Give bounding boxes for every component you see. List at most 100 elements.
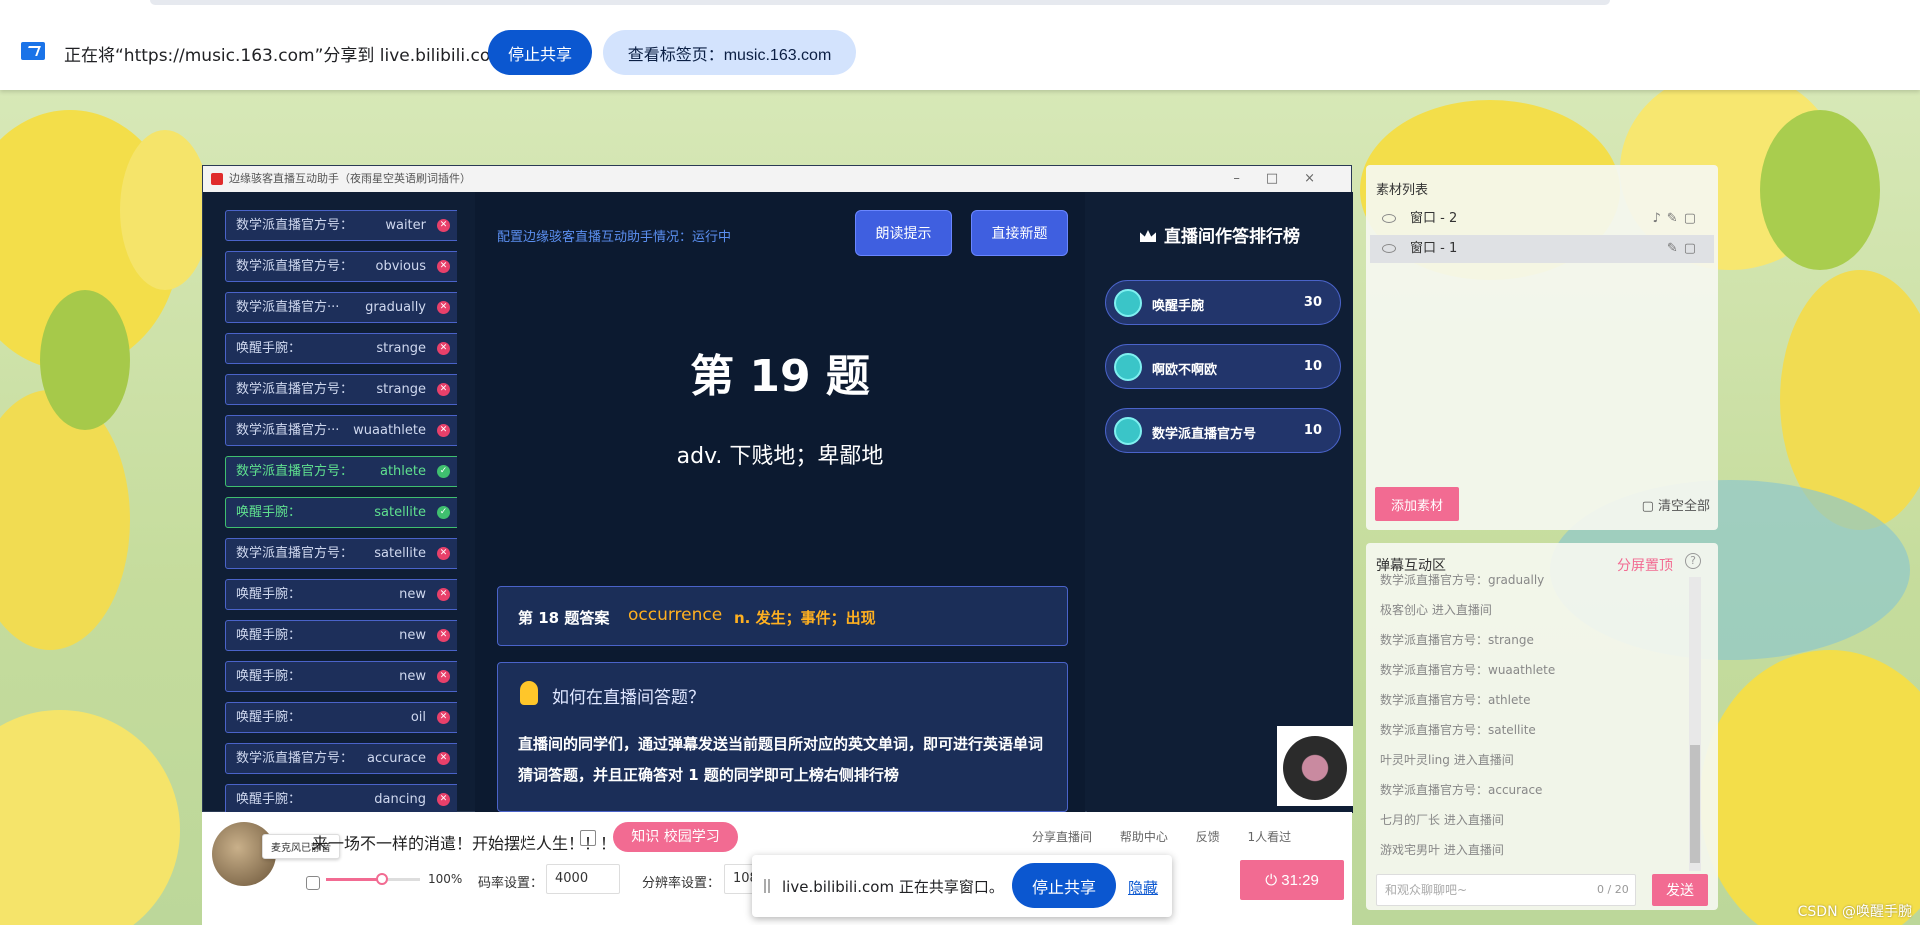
pin-split-button[interactable]: 分屏置顶 <box>1617 555 1673 575</box>
screen-share-icon <box>21 42 45 60</box>
howto-heading: 如何在直播间答题？ <box>552 688 705 708</box>
stop-window-share-button[interactable]: 停止共享 <box>1012 863 1116 908</box>
cross-icon: ✕ <box>437 424 450 437</box>
feedback-link[interactable]: 反馈 <box>1196 830 1220 844</box>
window-share-message: live.bilibili.com 正在共享窗口。 <box>782 878 1004 896</box>
chat-scrollbar[interactable] <box>1689 577 1701 871</box>
danmu-word: new <box>399 669 426 684</box>
new-question-button[interactable]: 直接新题 <box>971 210 1068 256</box>
assistant-status: 配置边缘骇客直播互动助手情况：运行中 <box>497 230 732 245</box>
send-button[interactable]: 发送 <box>1652 874 1708 906</box>
char-count: 0 / 20 <box>1597 883 1629 896</box>
previous-answer-label: 第 18 题答案 <box>518 609 610 627</box>
live-title: 来一场不一样的消遣！开始摆烂人生！！！ <box>312 834 617 853</box>
check-icon: ✓ <box>437 465 450 478</box>
danmu-word: new <box>399 587 426 602</box>
volume-slider[interactable] <box>326 873 420 885</box>
material-item-label: 窗口 - 1 <box>1410 241 1458 256</box>
mic-muted-icon[interactable] <box>306 876 320 890</box>
tree-canopy <box>1700 650 1920 925</box>
danmu-user: 唤醒手腕： <box>236 587 302 602</box>
danmu-item: 数学派直播官方号： athlete ✓ <box>225 456 457 487</box>
help-icon[interactable]: ? <box>1685 553 1701 569</box>
ranking-panel: 直播间作答排行榜 唤醒手腕 30 啊欧不啊欧 10 数学派直播官方号 10 <box>1087 192 1353 813</box>
tree-canopy <box>1760 110 1880 270</box>
danmu-item: 唤醒手腕： satellite ✓ <box>225 497 457 528</box>
cross-icon: ✕ <box>437 711 450 724</box>
material-actions[interactable]: ♪✎▢ <box>1653 205 1702 233</box>
window-title: 边缘骇客直播互动助手（夜雨星空英语刷词插件） <box>229 172 471 185</box>
danmu-answer-list[interactable]: 数学派直播官方号： waiter ✕ 数学派直播官方号： obvious ✕ 数学派直播官方… <box>217 192 457 813</box>
rank-score: 10 <box>1303 423 1322 438</box>
stop-sharing-button[interactable]: 停止共享 <box>488 30 592 75</box>
live-category-tag[interactable]: 知识 校园学习 <box>613 822 738 852</box>
hide-notice-link[interactable]: 隐藏 <box>1128 877 1158 898</box>
end-live-button[interactable]: ⏻ 31:29 <box>1240 860 1344 900</box>
rank-name: 唤醒手腕 <box>1152 299 1205 314</box>
rank-name: 啊欧不啊欧 <box>1152 363 1218 378</box>
danmu-user: 唤醒手腕： <box>236 792 302 807</box>
danmu-word: new <box>399 628 426 643</box>
danmu-user: 数学派直播官方号： <box>236 751 354 766</box>
clear-all-button[interactable]: ▢ 清空全部 <box>1642 495 1710 514</box>
live-assistant-window[interactable]: 边缘骇客直播互动助手（夜雨星空英语刷词插件） –□× 数学派直播官方号： wait… <box>202 165 1353 813</box>
material-item[interactable]: 窗口 - 2 ♪✎▢ <box>1370 205 1714 233</box>
browser-tabstrip-edge <box>150 0 1610 5</box>
sharing-message: 正在将“https://music.163.com”分享到 live.bilib… <box>64 46 507 66</box>
power-icon: ⏻ <box>1265 871 1282 889</box>
bilibili-avatar-icon <box>1114 417 1142 445</box>
danmu-word: waiter <box>385 218 426 233</box>
window-share-notice: live.bilibili.com 正在共享窗口。 停止共享 隐藏 <box>752 855 1172 917</box>
howto-text: 直播间的同学们，通过弹幕发送当前题目所对应的英文单词，即可进行英语单词猜词答题，… <box>518 735 1044 784</box>
cross-icon: ✕ <box>437 301 450 314</box>
view-tab-button[interactable]: 查看标签页：music.163.com <box>603 30 856 75</box>
tab-sharing-bar: 正在将“https://music.163.com”分享到 live.bilib… <box>0 0 1920 90</box>
window-titlebar[interactable]: 边缘骇客直播互动助手（夜雨星空英语刷词插件） –□× <box>203 166 1351 192</box>
cross-icon: ✕ <box>437 219 450 232</box>
help-center-link[interactable]: 帮助中心 <box>1120 830 1168 844</box>
danmu-word: wuaathlete <box>353 423 426 438</box>
ranking-title-text: 直播间作答排行榜 <box>1164 227 1300 247</box>
chat-line: 叶灵叶灵ling 进入直播间 <box>1380 753 1514 767</box>
edit-icon[interactable] <box>580 830 596 846</box>
check-icon: ✓ <box>437 506 450 519</box>
window-controls[interactable]: –□× <box>1233 166 1341 192</box>
danmu-item: 数学派直播官方号： satellite ✕ <box>225 538 457 569</box>
add-material-button[interactable]: 添加素材 <box>1375 487 1459 521</box>
bitrate-select[interactable]: 4000 <box>546 864 620 894</box>
danmu-user: 数学派直播官方号： <box>236 218 354 233</box>
tree-canopy <box>120 130 210 290</box>
chat-line: 数学派直播官方号：strange <box>1380 633 1534 647</box>
eye-icon[interactable] <box>1382 214 1396 223</box>
material-panel: 素材列表 窗口 - 2 ♪✎▢ 窗口 - 1 ✎▢ 添加素材 ▢ 清空全部 <box>1366 165 1718 530</box>
watermark: CSDN @唤醒手腕 <box>1797 904 1912 920</box>
volume-knob[interactable] <box>376 873 389 885</box>
danmu-word: obvious <box>375 259 426 274</box>
eye-icon[interactable] <box>1382 244 1396 253</box>
rank-score: 30 <box>1303 295 1322 310</box>
question-definition: adv. 下贱地；卑鄙地 <box>676 444 884 469</box>
danmu-word: athlete <box>379 464 426 479</box>
danmu-user: 数学派直播官方··· <box>236 300 340 315</box>
read-hint-button[interactable]: 朗读提示 <box>855 210 952 256</box>
drag-handle-icon[interactable] <box>764 879 770 893</box>
volume-fill <box>326 878 383 881</box>
danmu-user: 唤醒手腕： <box>236 669 302 684</box>
chat-line: 数学派直播官方号：athlete <box>1380 693 1531 707</box>
danmu-item: 唤醒手腕： new ✕ <box>225 620 457 651</box>
live-links: 分享直播间 帮助中心 反馈 1人看过 <box>1032 828 1315 845</box>
volume-percent: 100% <box>428 872 463 886</box>
ranking-title: 直播间作答排行榜 <box>1087 222 1353 247</box>
material-actions[interactable]: ✎▢ <box>1667 235 1702 263</box>
previous-answer-definition: n. 发生；事件；出现 <box>734 609 876 627</box>
chat-line: 数学派直播官方号：satellite <box>1380 723 1536 737</box>
share-room-link[interactable]: 分享直播间 <box>1032 830 1092 844</box>
chat-line: 数学派直播官方号：accurace <box>1380 783 1543 797</box>
cross-icon: ✕ <box>437 752 450 765</box>
rank-row: 唤醒手腕 30 <box>1105 280 1341 325</box>
material-item[interactable]: 窗口 - 1 ✎▢ <box>1370 235 1714 263</box>
scrollbar-thumb[interactable] <box>1690 745 1700 863</box>
chat-line: 数学派直播官方号：wuaathlete <box>1380 663 1556 677</box>
danmu-item: 唤醒手腕： oil ✕ <box>225 702 457 733</box>
lightbulb-icon <box>520 681 538 705</box>
